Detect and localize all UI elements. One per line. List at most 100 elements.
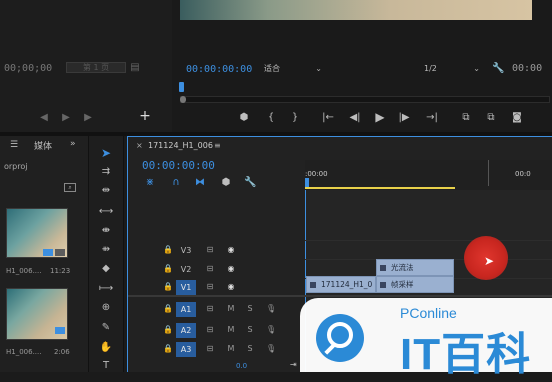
linked-selection-icon[interactable]: ⧓ bbox=[194, 177, 206, 189]
lock-icon[interactable]: 🔒 bbox=[163, 263, 173, 275]
slide-tool-icon[interactable]: ⟼ bbox=[98, 282, 114, 296]
ripple-edit-tool-icon[interactable]: ⇹ bbox=[98, 184, 114, 198]
lock-icon[interactable]: 🔒 bbox=[163, 303, 173, 315]
solo-toggle[interactable]: S bbox=[245, 343, 255, 355]
sync-icon[interactable]: ⊟ bbox=[205, 303, 215, 315]
solo-toggle[interactable]: S bbox=[245, 324, 255, 336]
work-area-bar[interactable] bbox=[305, 187, 455, 189]
timeline-playhead[interactable] bbox=[305, 178, 309, 187]
track-a1[interactable]: A1 bbox=[176, 302, 196, 317]
mark-in-icon[interactable]: { bbox=[266, 112, 276, 124]
sync-icon[interactable]: ⊟ bbox=[205, 244, 215, 256]
snap-icon[interactable]: ∩ bbox=[170, 177, 182, 189]
play-icon[interactable]: ▶ bbox=[374, 111, 386, 123]
hamburger-icon[interactable]: ☰ bbox=[10, 140, 18, 150]
solo-toggle[interactable]: S bbox=[245, 303, 255, 315]
video-badge-icon bbox=[43, 249, 53, 256]
mute-toggle[interactable]: M bbox=[226, 324, 236, 336]
marker-icon[interactable]: ⬢ bbox=[239, 112, 249, 124]
nest-icon[interactable]: ⋇ bbox=[144, 177, 156, 189]
selection-tool-icon[interactable]: ➤ bbox=[98, 146, 114, 160]
sync-icon[interactable]: ⊟ bbox=[205, 343, 215, 355]
hand-tool-icon[interactable]: ✎ bbox=[98, 321, 114, 335]
step-back-icon[interactable]: ◀ bbox=[38, 112, 50, 124]
track-v3[interactable]: V3 bbox=[176, 243, 196, 258]
ruler-start-label: :00:00 bbox=[305, 170, 328, 178]
add-icon[interactable]: + bbox=[139, 109, 151, 123]
mic-icon[interactable]: 🎙 bbox=[266, 343, 276, 355]
fx-icon bbox=[310, 282, 316, 288]
step-back-icon[interactable]: ◀| bbox=[349, 112, 361, 124]
add-marker-icon[interactable]: ⬢ bbox=[220, 177, 232, 189]
pen-tool-icon[interactable]: ⊕ bbox=[98, 301, 114, 315]
fit-dropdown[interactable]: 适合 ⌄ bbox=[264, 63, 324, 75]
page-field-label: 第 1 页 bbox=[82, 63, 110, 72]
clip-effect-1-label: 光流法 bbox=[391, 263, 414, 272]
rolling-edit-tool-icon[interactable]: ⟷ bbox=[98, 205, 114, 219]
scrubber-bar[interactable] bbox=[180, 96, 550, 103]
sequence-tab-close-icon[interactable]: × bbox=[136, 141, 143, 150]
play-icon[interactable]: ▶ bbox=[60, 112, 72, 124]
track-select-tool-icon[interactable]: ⇉ bbox=[98, 165, 114, 179]
mark-out-icon[interactable]: } bbox=[290, 112, 300, 124]
eye-icon[interactable]: ◉ bbox=[226, 263, 236, 275]
zoom-tool-icon[interactable]: ✋ bbox=[98, 341, 114, 355]
scrub-handle[interactable] bbox=[180, 96, 186, 103]
clip-effect-optical-flow[interactable]: 光流法 bbox=[376, 259, 454, 276]
sync-icon[interactable]: ⊟ bbox=[205, 263, 215, 275]
program-timecode[interactable]: 00:00:00:00 bbox=[186, 64, 252, 75]
mouse-cursor-icon: ➤ bbox=[484, 254, 495, 268]
razor-tool-icon[interactable]: ⇻ bbox=[98, 243, 114, 257]
sequence-menu-icon[interactable]: ≡ bbox=[214, 141, 221, 150]
lift-icon[interactable]: ⧉ bbox=[459, 112, 473, 124]
sequence-tab[interactable]: 171124_H1_006 bbox=[148, 141, 213, 150]
chevron-down-icon: ⌄ bbox=[315, 64, 322, 73]
camera-icon[interactable]: ◙ bbox=[510, 112, 524, 124]
go-to-out-icon[interactable]: →| bbox=[426, 112, 438, 124]
av-divider bbox=[128, 295, 552, 297]
mic-icon[interactable]: 🎙 bbox=[266, 303, 276, 315]
track-a3[interactable]: A3 bbox=[176, 342, 196, 357]
step-forward-icon[interactable]: ▶ bbox=[82, 112, 94, 124]
extract-icon[interactable]: ⧉ bbox=[484, 112, 498, 124]
page-field[interactable]: 第 1 页 bbox=[66, 62, 126, 73]
track-v2[interactable]: V2 bbox=[176, 262, 196, 277]
program-video-frame bbox=[180, 0, 532, 20]
type-tool-icon[interactable]: T bbox=[98, 359, 114, 373]
rate-stretch-tool-icon[interactable]: ⇼ bbox=[98, 224, 114, 238]
playhead-marker[interactable] bbox=[179, 82, 184, 92]
go-to-in-icon[interactable]: |← bbox=[322, 112, 334, 124]
settings-icon[interactable]: ▤ bbox=[129, 62, 141, 74]
resolution-dropdown[interactable]: 1/2 ⌄ bbox=[420, 63, 482, 75]
panel-expand-icon[interactable]: » bbox=[70, 139, 76, 149]
wrench-icon[interactable]: 🔧 bbox=[492, 63, 504, 75]
project-filename: orproj bbox=[4, 162, 28, 171]
mute-toggle[interactable]: M bbox=[226, 343, 236, 355]
thumb-duration: 11:23 bbox=[50, 267, 71, 275]
timeline-settings-icon[interactable]: 🔧 bbox=[244, 177, 256, 189]
step-forward-icon[interactable]: |▶ bbox=[398, 112, 410, 124]
watermark-brand-bottom: IT百科 bbox=[400, 330, 532, 379]
sync-icon[interactable]: ⊟ bbox=[205, 281, 215, 293]
sync-icon[interactable]: ⊟ bbox=[205, 324, 215, 336]
eye-icon[interactable]: ◉ bbox=[226, 244, 236, 256]
mic-icon[interactable]: 🎙 bbox=[266, 324, 276, 336]
media-tab[interactable]: 媒体 bbox=[34, 139, 52, 152]
clip-main[interactable]: 171124_H1_0 bbox=[306, 276, 376, 293]
clip-effect-frame-sampling[interactable]: 帧采样 bbox=[376, 276, 454, 293]
lock-icon[interactable]: 🔒 bbox=[163, 281, 173, 293]
mute-toggle[interactable]: M bbox=[226, 303, 236, 315]
eye-icon[interactable]: ◉ bbox=[226, 281, 236, 293]
source-timecode: 00;00;00 bbox=[4, 63, 53, 74]
go-to-end-icon[interactable]: ⇥ bbox=[290, 360, 297, 369]
timeline-timecode[interactable]: 00:00:00:00 bbox=[142, 159, 215, 172]
track-v1[interactable]: V1 bbox=[176, 280, 196, 295]
new-bin-icon[interactable]: ⌕ bbox=[64, 183, 76, 192]
master-volume[interactable]: 0.0 bbox=[236, 362, 247, 370]
lock-icon[interactable]: 🔒 bbox=[163, 244, 173, 256]
lock-icon[interactable]: 🔒 bbox=[163, 343, 173, 355]
thumb-name: H1_006.... bbox=[6, 267, 42, 275]
track-a2[interactable]: A2 bbox=[176, 323, 196, 338]
slip-tool-icon[interactable]: ◆ bbox=[98, 262, 114, 276]
lock-icon[interactable]: 🔒 bbox=[163, 324, 173, 336]
